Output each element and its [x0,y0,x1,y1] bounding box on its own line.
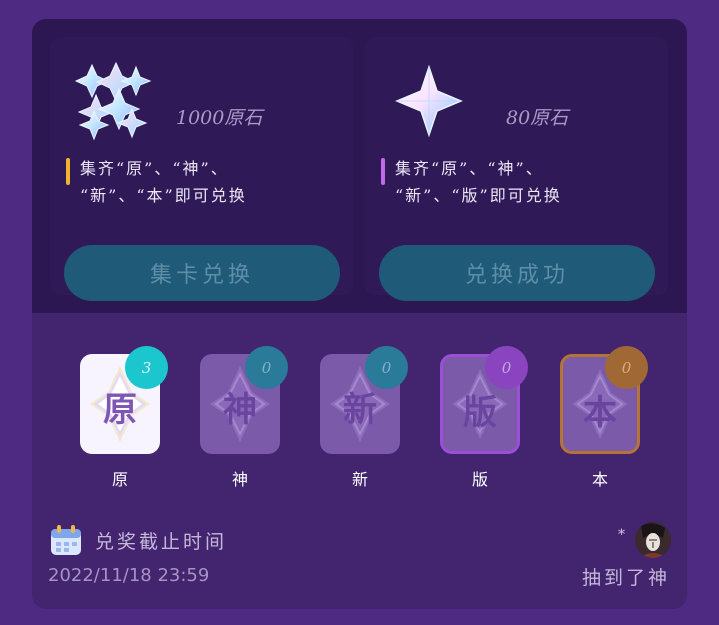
card-character: 新 [343,390,377,430]
card-character: 神 [223,390,257,430]
reward-card-80: 80原石 集齐“原”、“神”、 “新”、“版”即可兑换 兑换成功 [365,37,668,301]
char-card-yuan[interactable]: 原 3 原 [70,339,170,489]
star-mark: * [618,527,625,543]
condition-line-1: 集齐“原”、“神”、 [80,159,229,178]
char-card-shen[interactable]: 神 0 神 [190,339,290,489]
reward-condition: 集齐“原”、“神”、 “新”、“本”即可兑换 [66,155,336,209]
primogem-cluster-icon [74,61,154,141]
count-badge: 0 [365,346,408,389]
condition-line-2: “新”、“版”即可兑换 [395,186,562,205]
count-badge: 0 [245,346,288,389]
user-avatar[interactable] [635,522,671,558]
rewards-area: 1000原石 集齐“原”、“神”、 “新”、“本”即可兑换 集卡兑换 80原石 … [32,19,687,313]
card-label: 版 [471,470,488,489]
card-character: 原 [103,390,137,430]
card-label: 本 [591,470,608,489]
char-card-ban[interactable]: 版 0 版 [430,339,530,489]
deadline-date: 2022/11/18 23:59 [48,565,210,586]
card-character: 本 [583,393,617,433]
reward-amount: 1000原石 [176,107,263,129]
char-card-ben[interactable]: 本 0 本 [550,339,650,489]
redeem-success-button[interactable]: 兑换成功 [379,245,655,301]
reward-condition: 集齐“原”、“神”、 “新”、“版”即可兑换 [381,155,651,209]
card-label: 新 [351,470,368,489]
reward-amount: 80原石 [506,107,569,129]
condition-line-1: 集齐“原”、“神”、 [395,159,544,178]
count-badge: 0 [485,346,528,389]
collect-redeem-button[interactable]: 集卡兑换 [64,245,340,301]
draw-status-label: 抽到了神 [581,567,670,589]
accent-bar [381,158,385,185]
card-label: 神 [231,470,248,489]
accent-bar [66,158,70,185]
condition-line-2: “新”、“本”即可兑换 [80,186,247,205]
char-card-xin[interactable]: 新 0 新 [310,339,410,489]
card-label: 原 [111,470,128,489]
primogem-icon [389,61,469,141]
card-character: 版 [463,393,497,433]
character-cards-row: 原 3 原 神 0 神 新 0 新 版 0 版 本 0 本 [32,339,687,489]
redeem-panel: 1000原石 集齐“原”、“神”、 “新”、“本”即可兑换 集卡兑换 80原石 … [32,19,687,609]
count-badge: 0 [605,346,648,389]
deadline-label: 兑奖截止时间 [95,531,228,553]
count-badge: 3 [125,346,168,389]
calendar-icon [49,523,83,557]
reward-card-1000: 1000原石 集齐“原”、“神”、 “新”、“本”即可兑换 集卡兑换 [50,37,353,301]
